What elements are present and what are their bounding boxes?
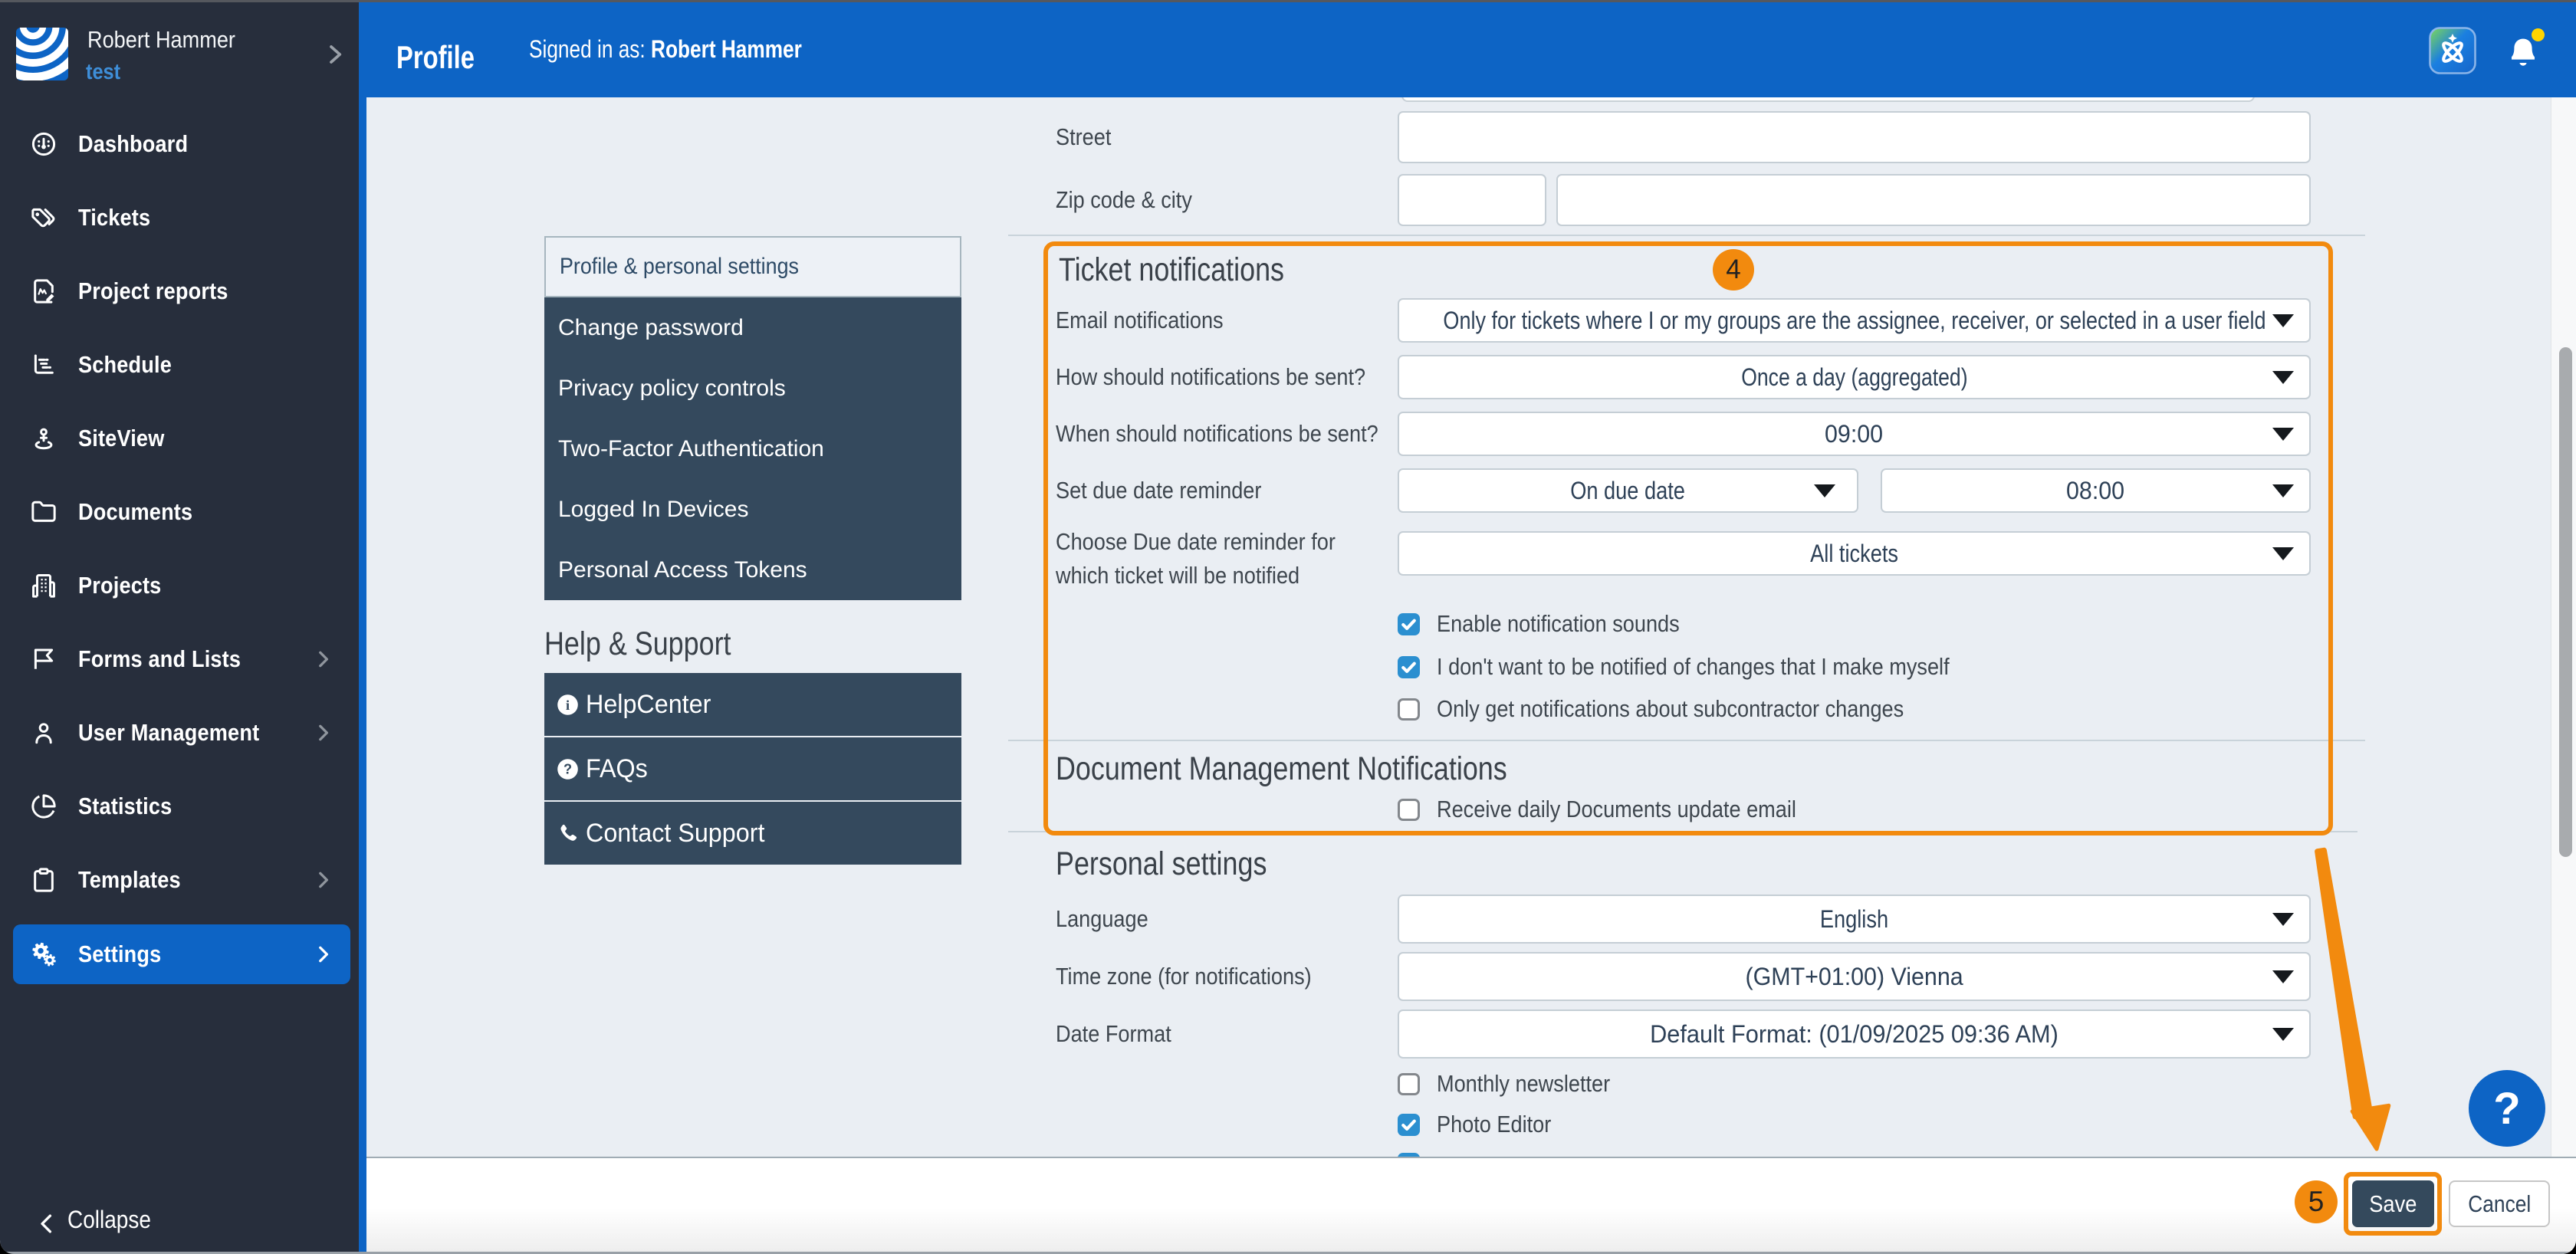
svg-text:i: i: [566, 698, 570, 713]
svg-text:?: ?: [564, 761, 572, 776]
